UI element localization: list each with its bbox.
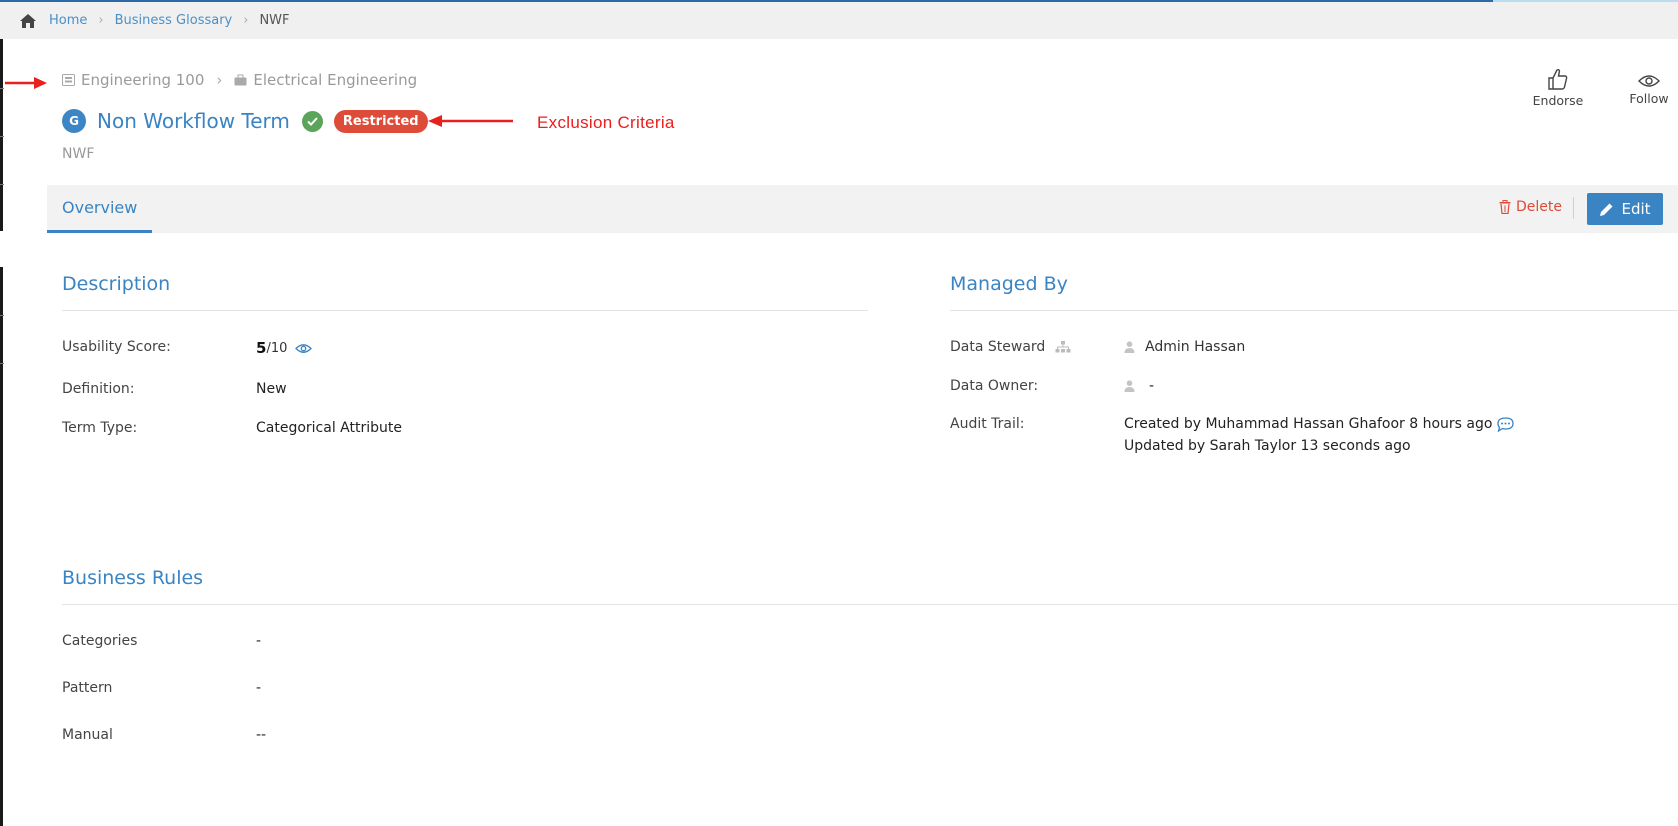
pencil-icon xyxy=(1600,203,1613,216)
left-edge-bar-bottom xyxy=(0,267,3,826)
annotation-label: Exclusion Criteria xyxy=(537,113,675,132)
categories-value: - xyxy=(256,633,262,649)
eye-icon[interactable] xyxy=(295,343,313,354)
parent-path: Engineering 100 › Electrical Engineering xyxy=(62,71,417,89)
comment-icon[interactable] xyxy=(1497,416,1515,432)
edge-tick xyxy=(0,363,4,364)
trash-icon xyxy=(1499,200,1511,214)
chevron-right-icon: › xyxy=(243,13,249,28)
business-rules-heading: Business Rules xyxy=(62,567,204,589)
parent-category-link[interactable]: Electrical Engineering xyxy=(253,71,417,89)
business-rules-divider xyxy=(62,604,1678,605)
audit-created-row: Created by Muhammad Hassan Ghafoor 8 hou… xyxy=(1124,416,1515,432)
tab-bar: Overview Delete Edit xyxy=(47,185,1678,233)
chevron-right-icon: › xyxy=(216,71,223,89)
term-type-value: Categorical Attribute xyxy=(256,420,402,436)
audit-trail-label: Audit Trail: xyxy=(950,416,1025,432)
data-steward-label-group: Data Steward xyxy=(950,339,1071,355)
usability-score-value: 5 xyxy=(256,339,267,357)
managed-by-divider xyxy=(950,310,1678,311)
data-steward-value: Admin Hassan xyxy=(1124,339,1245,355)
edit-button[interactable]: Edit xyxy=(1587,193,1663,225)
data-steward-name[interactable]: Admin Hassan xyxy=(1145,339,1245,355)
chevron-right-icon: › xyxy=(98,13,104,28)
user-icon xyxy=(1124,380,1135,392)
endorse-label: Endorse xyxy=(1532,93,1584,108)
manual-value: -- xyxy=(256,727,267,743)
term-type-label: Term Type: xyxy=(62,420,138,436)
delete-button[interactable]: Delete xyxy=(1499,199,1562,215)
glossary-term-badge: G xyxy=(62,109,86,133)
tab-overview[interactable]: Overview xyxy=(47,185,153,233)
data-owner-label: Data Owner: xyxy=(950,378,1039,394)
thumbs-up-icon xyxy=(1548,68,1568,90)
restricted-badge: Restricted xyxy=(333,109,428,133)
edge-tick xyxy=(0,184,4,185)
audit-updated-text: Updated by Sarah Taylor 13 seconds ago xyxy=(1124,438,1411,454)
definition-label: Definition: xyxy=(62,381,135,397)
follow-label: Follow xyxy=(1629,91,1669,106)
breadcrumb-home-link[interactable]: Home xyxy=(49,13,87,28)
breadcrumb-glossary-link[interactable]: Business Glossary xyxy=(115,13,233,28)
description-heading: Description xyxy=(62,273,171,295)
data-owner-name: - xyxy=(1149,378,1155,394)
org-chart-icon[interactable] xyxy=(1055,341,1071,353)
briefcase-icon xyxy=(234,74,247,86)
annotation-arrow-right-icon xyxy=(5,77,47,89)
edge-tick xyxy=(0,136,4,137)
edge-tick xyxy=(0,315,4,316)
edit-label: Edit xyxy=(1621,200,1651,218)
term-title-row: G Non Workflow Term Restricted xyxy=(62,109,428,133)
approved-check-icon xyxy=(301,110,323,132)
description-divider xyxy=(62,310,868,311)
manual-label: Manual xyxy=(62,727,113,743)
endorse-button[interactable]: Endorse xyxy=(1533,68,1583,108)
glossary-book-icon xyxy=(62,74,75,86)
categories-label: Categories xyxy=(62,633,138,649)
data-steward-label: Data Steward xyxy=(950,339,1046,355)
annotation-arrow-left-icon xyxy=(428,115,513,127)
breadcrumb-current: NWF xyxy=(259,13,290,28)
usability-score: 5 /10 xyxy=(256,339,313,357)
definition-value: New xyxy=(256,381,287,397)
follow-button[interactable]: Follow xyxy=(1627,74,1671,106)
breadcrumb: Home › Business Glossary › NWF xyxy=(0,2,1678,39)
home-icon[interactable] xyxy=(19,12,39,30)
managed-by-heading: Managed By xyxy=(950,273,1068,295)
pattern-value: - xyxy=(256,680,262,696)
audit-created-text: Created by Muhammad Hassan Ghafoor 8 hou… xyxy=(1124,416,1493,432)
usability-score-label: Usability Score: xyxy=(62,339,171,355)
parent-glossary-link[interactable]: Engineering 100 xyxy=(81,71,204,89)
user-icon xyxy=(1124,341,1135,353)
delete-label: Delete xyxy=(1516,199,1562,215)
usability-score-max: /10 xyxy=(266,340,288,356)
term-abbreviation: NWF xyxy=(62,146,95,162)
page-title: Non Workflow Term xyxy=(97,109,290,133)
data-owner-value: - xyxy=(1124,378,1154,394)
action-divider xyxy=(1573,197,1574,219)
pattern-label: Pattern xyxy=(62,680,113,696)
left-edge-bar-top xyxy=(0,39,3,231)
eye-icon xyxy=(1638,75,1660,87)
left-window-edge xyxy=(0,39,4,826)
